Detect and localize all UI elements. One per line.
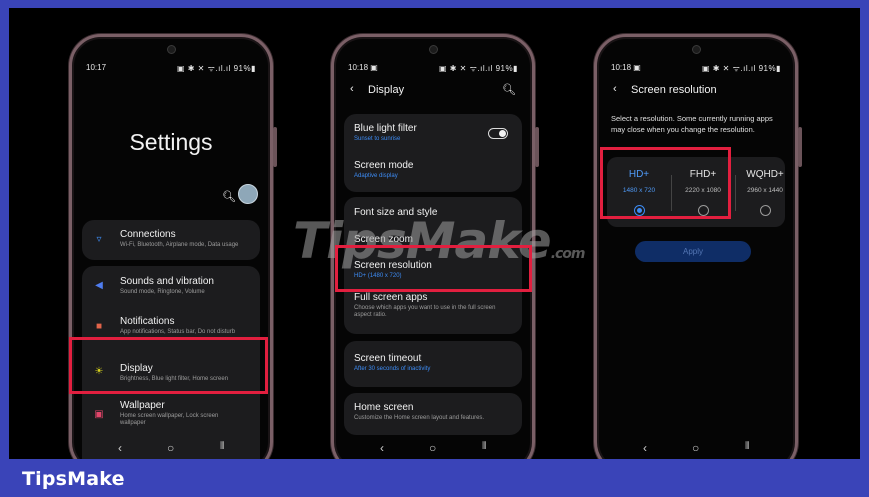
search-icon[interactable]: 🔍︎: [502, 83, 516, 96]
settings-item-subtitle: Sound mode, Ringtone, Volume: [120, 289, 205, 295]
display-item-title: Screen mode: [354, 160, 414, 171]
display-item-home-screen[interactable]: Home screen Customize the Home screen la…: [344, 393, 522, 435]
radio-button[interactable]: [760, 205, 771, 216]
recents-icon[interactable]: ⦀: [482, 441, 486, 452]
navigation-bar: ‹ ○ ⦀: [72, 441, 270, 457]
status-bar: 10:18 ▣ ▣ ✱ ✕ ᯤ.ıl.ıl 91%▮: [611, 63, 781, 75]
settings-item-sounds[interactable]: ◀ Sounds and vibration Sound mode, Ringt…: [82, 266, 260, 306]
image-frame: 10:17 ▣ ✱ ✕ ᯤ.ıl.ıl 91%▮ Settings 🔍︎ ▿ C…: [0, 0, 869, 497]
toggle-knob: [499, 130, 506, 137]
back-arrow-icon[interactable]: ‹: [613, 83, 617, 95]
resolution-option-wqhd[interactable]: WQHD+ 2960 x 1440: [735, 157, 795, 227]
screenshot-stage: 10:17 ▣ ✱ ✕ ᯤ.ıl.ıl 91%▮ Settings 🔍︎ ▿ C…: [9, 8, 860, 459]
settings-item-title: Wallpaper: [120, 400, 165, 411]
home-icon[interactable]: ○: [692, 441, 699, 455]
settings-item-subtitle: Wi-Fi, Bluetooth, Airplane mode, Data us…: [120, 242, 239, 248]
volume-button: [273, 127, 277, 167]
sound-icon: ◀: [95, 280, 103, 291]
notification-icon: ■: [95, 321, 103, 332]
display-item-subtitle: Choose which apps you want to use in the…: [354, 305, 496, 318]
settings-item-title: Connections: [120, 229, 176, 240]
navigation-bar: ‹ ○ ⦀: [597, 441, 795, 457]
left-border: [0, 0, 9, 497]
display-item-title: Screen timeout: [354, 353, 422, 364]
display-item-screen-mode[interactable]: Screen mode Adaptive display: [344, 152, 522, 192]
settings-card-connections: ▿ Connections Wi-Fi, Bluetooth, Airplane…: [82, 220, 260, 260]
page-header: ‹ Screen resolution: [611, 83, 781, 99]
settings-item-title: Notifications: [120, 316, 175, 327]
footer-brand: TipsMake: [22, 468, 125, 490]
phone-settings: 10:17 ▣ ✱ ✕ ᯤ.ıl.ıl 91%▮ Settings 🔍︎ ▿ C…: [69, 34, 277, 459]
page-title: Settings: [129, 129, 213, 155]
page-title: Screen resolution: [631, 84, 717, 96]
display-item-title: Blue light filter: [354, 123, 417, 134]
volume-button: [798, 127, 802, 167]
display-item-subtitle: Sunset to sunrise: [354, 136, 401, 142]
status-time: 10:18 ▣: [611, 63, 641, 72]
page-header: ‹ Display 🔍︎: [348, 83, 518, 99]
resolution-dims: 2960 x 1440: [747, 187, 783, 194]
display-item-subtitle: Adaptive display: [354, 173, 398, 179]
status-time: 10:17: [86, 63, 107, 72]
display-item-subtitle: After 30 seconds of inactivity: [354, 366, 431, 372]
right-border: [860, 0, 869, 497]
display-item-title: Full screen apps: [354, 292, 428, 303]
status-bar: 10:18 ▣ ▣ ✱ ✕ ᯤ.ıl.ıl 91%▮: [348, 63, 518, 75]
highlight-hd-option: [600, 147, 731, 219]
highlight-display-item: [69, 337, 268, 394]
wallpaper-icon: ▣: [94, 409, 104, 420]
home-icon[interactable]: ○: [167, 441, 174, 455]
status-icons: ▣ ✱ ✕ ᯤ.ıl.ıl 91%▮: [701, 64, 781, 73]
search-icon[interactable]: 🔍︎: [222, 190, 236, 203]
front-camera: [692, 45, 701, 54]
status-time: 10:18 ▣: [348, 63, 378, 72]
wifi-icon: ▿: [96, 234, 102, 245]
status-icons: ▣ ✱ ✕ ᯤ.ıl.ıl 91%▮: [438, 64, 518, 73]
status-icons: ▣ ✱ ✕ ᯤ.ıl.ıl 91%▮: [176, 64, 256, 73]
back-arrow-icon[interactable]: ‹: [350, 83, 354, 95]
display-card-3: Screen timeout After 30 seconds of inact…: [344, 341, 522, 387]
display-item-screen-timeout[interactable]: Screen timeout After 30 seconds of inact…: [344, 341, 522, 387]
display-item-blue-light-filter[interactable]: Blue light filter Sunset to sunrise: [344, 114, 522, 152]
back-icon[interactable]: ‹: [118, 441, 122, 455]
volume-button: [535, 127, 539, 167]
highlight-screen-resolution-item: [335, 245, 532, 292]
display-item-subtitle: Customize the Home screen layout and fea…: [354, 415, 485, 421]
display-card-1: Blue light filter Sunset to sunrise Scre…: [344, 114, 522, 192]
settings-item-subtitle: App notifications, Status bar, Do not di…: [120, 329, 236, 335]
footer-bar: TipsMake: [0, 459, 869, 497]
settings-item-wallpaper[interactable]: ▣ Wallpaper Home screen wallpaper, Lock …: [82, 396, 260, 436]
avatar[interactable]: [238, 184, 258, 204]
phone-screen-resolution: 10:18 ▣ ▣ ✱ ✕ ᯤ.ıl.ıl 91%▮ ‹ Screen reso…: [594, 34, 802, 459]
recents-icon[interactable]: ⦀: [745, 441, 749, 452]
back-icon[interactable]: ‹: [380, 441, 384, 455]
status-bar: 10:17 ▣ ✱ ✕ ᯤ.ıl.ıl 91%▮: [86, 63, 256, 75]
front-camera: [167, 45, 176, 54]
display-item-title: Home screen: [354, 402, 414, 413]
apply-button[interactable]: Apply: [635, 241, 751, 262]
resolution-description: Select a resolution. Some currently runn…: [611, 114, 773, 134]
back-icon[interactable]: ‹: [643, 441, 647, 455]
settings-item-connections[interactable]: ▿ Connections Wi-Fi, Bluetooth, Airplane…: [82, 220, 260, 260]
display-card-4: Home screen Customize the Home screen la…: [344, 393, 522, 435]
settings-item-subtitle: Home screen wallpaper, Lock screen wallp…: [120, 413, 219, 426]
top-border: [0, 0, 869, 8]
blue-light-toggle[interactable]: [488, 128, 508, 139]
front-camera: [429, 45, 438, 54]
page-title: Display: [368, 84, 405, 96]
resolution-name: WQHD+: [746, 169, 784, 180]
recents-icon[interactable]: ⦀: [220, 441, 224, 452]
navigation-bar: ‹ ○ ⦀: [334, 441, 532, 457]
home-icon[interactable]: ○: [429, 441, 436, 455]
watermark-domain: .com: [550, 246, 586, 262]
display-item-full-screen-apps[interactable]: Full screen apps Choose which apps you w…: [344, 289, 522, 334]
settings-item-title: Sounds and vibration: [120, 276, 214, 287]
